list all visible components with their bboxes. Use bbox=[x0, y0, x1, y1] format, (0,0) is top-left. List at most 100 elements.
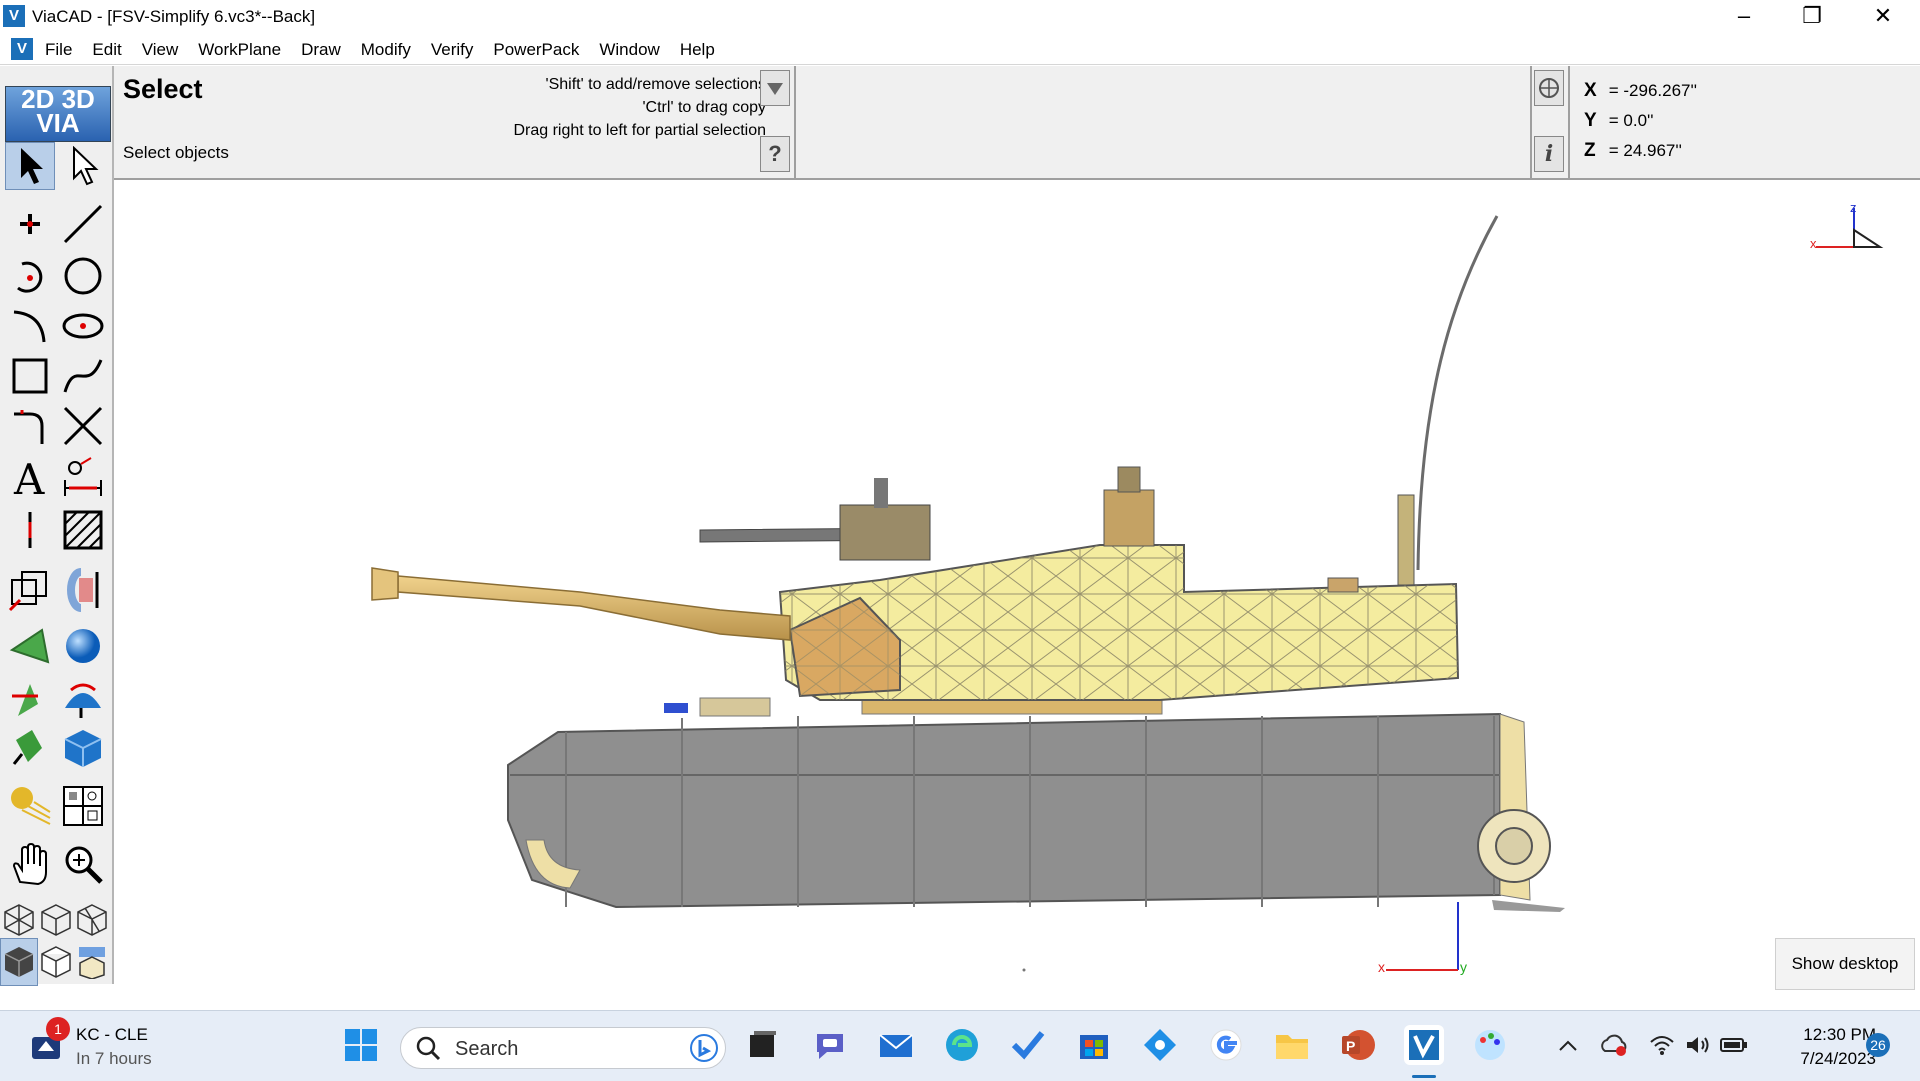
options-dropdown-button[interactable] bbox=[760, 70, 790, 106]
notification-badge[interactable]: 26 bbox=[1866, 1033, 1890, 1057]
zoom-tool-button[interactable] bbox=[58, 840, 108, 888]
hidden-line-view-button[interactable] bbox=[37, 896, 75, 944]
rectangle-tool-button[interactable] bbox=[5, 352, 55, 400]
menu-verify[interactable]: Verify bbox=[431, 40, 474, 60]
antenna bbox=[1416, 215, 1499, 571]
shaded-view-button[interactable] bbox=[0, 938, 38, 986]
maximize-button[interactable]: ❐ bbox=[1784, 0, 1840, 34]
cube-icon bbox=[64, 730, 102, 767]
triangle-down-icon bbox=[767, 83, 783, 95]
weather-title[interactable]: KC - CLE bbox=[76, 1025, 148, 1045]
pan-tool-button[interactable] bbox=[5, 840, 55, 888]
menu-draw[interactable]: Draw bbox=[301, 40, 341, 60]
menu-help[interactable]: Help bbox=[680, 40, 715, 60]
viacad-taskbar-button[interactable] bbox=[1404, 1025, 1444, 1065]
menu-modify[interactable]: Modify bbox=[361, 40, 411, 60]
battery-button[interactable] bbox=[1714, 1025, 1754, 1065]
svg-text:A: A bbox=[13, 456, 45, 500]
3d-viewport[interactable]: x z x y bbox=[114, 180, 1920, 1010]
mirror-tool-button[interactable] bbox=[58, 566, 108, 614]
edge-browser-button[interactable] bbox=[942, 1025, 982, 1065]
menu-workplane[interactable]: WorkPlane bbox=[198, 40, 281, 60]
start-button[interactable] bbox=[341, 1025, 381, 1065]
app-button[interactable] bbox=[1140, 1025, 1180, 1065]
render-tool-button[interactable] bbox=[5, 782, 55, 830]
axis-triad: x z bbox=[1810, 200, 1884, 251]
main-gun-barrel bbox=[397, 575, 791, 641]
sweep-icon bbox=[12, 730, 42, 765]
store-button[interactable] bbox=[1074, 1025, 1114, 1065]
viacad-logo: 2D 3D VIA bbox=[5, 86, 111, 142]
text-tool-button[interactable]: A bbox=[5, 454, 55, 502]
file-explorer-button[interactable] bbox=[1272, 1025, 1312, 1065]
powerpoint-button[interactable]: P bbox=[1338, 1025, 1378, 1065]
battery-icon bbox=[1720, 1038, 1747, 1052]
select-tool-button[interactable] bbox=[5, 142, 55, 190]
fillet-tool-button[interactable] bbox=[5, 402, 55, 450]
outline-view-button[interactable] bbox=[37, 938, 75, 986]
select-subobject-tool-button[interactable] bbox=[58, 142, 108, 190]
box-tool-button[interactable] bbox=[58, 724, 108, 772]
taskbar-search-box[interactable]: Search bbox=[400, 1027, 726, 1069]
revolve-tool-button[interactable] bbox=[5, 674, 55, 722]
wireframe-view-button[interactable] bbox=[0, 896, 38, 944]
iso-view-button[interactable] bbox=[73, 896, 111, 944]
wifi-button[interactable] bbox=[1642, 1025, 1682, 1065]
circle-tool-button[interactable] bbox=[58, 252, 108, 300]
divider bbox=[1568, 66, 1570, 178]
weather-subtitle[interactable]: In 7 hours bbox=[76, 1049, 152, 1069]
divider bbox=[1530, 66, 1532, 178]
menu-view[interactable]: View bbox=[142, 40, 179, 60]
shaded-cube-icon bbox=[4, 947, 34, 977]
todo-button[interactable] bbox=[1008, 1025, 1048, 1065]
hint-drag: Drag right to left for partial selection bbox=[513, 122, 766, 139]
mail-button[interactable] bbox=[876, 1025, 916, 1065]
ellipse-tool-button[interactable] bbox=[58, 302, 108, 350]
clock-time: 12:30 PM bbox=[1803, 1025, 1876, 1044]
sweep-tool-button[interactable] bbox=[5, 724, 55, 772]
tank-model[interactable]: x z x y bbox=[114, 180, 1920, 1010]
minimize-button[interactable]: – bbox=[1716, 0, 1772, 34]
spline-tool-button[interactable] bbox=[58, 352, 108, 400]
menu-window[interactable]: Window bbox=[599, 40, 659, 60]
point-tool-button[interactable] bbox=[5, 200, 55, 248]
arc-tool-button[interactable] bbox=[5, 252, 55, 300]
x-value[interactable]: = -296.267'' bbox=[1609, 81, 1697, 100]
hatch-tool-button[interactable] bbox=[58, 506, 108, 554]
menu-powerpack[interactable]: PowerPack bbox=[493, 40, 579, 60]
menu-edit[interactable]: Edit bbox=[92, 40, 121, 60]
y-value[interactable]: = 0.0'' bbox=[1609, 111, 1654, 130]
transform-tool-button[interactable] bbox=[5, 566, 55, 614]
extrude-tool-button[interactable] bbox=[5, 622, 55, 670]
teams-chat-button[interactable] bbox=[810, 1025, 850, 1065]
paint-button[interactable] bbox=[1470, 1025, 1510, 1065]
vertical-line-tool-button[interactable] bbox=[5, 506, 55, 554]
system-clock[interactable]: 12:30 PM 7/24/2023 bbox=[1766, 1023, 1876, 1071]
task-view-button[interactable] bbox=[742, 1025, 782, 1065]
hint-shift: 'Shift' to add/remove selections bbox=[545, 76, 766, 93]
tangent-arc-tool-button[interactable] bbox=[5, 302, 55, 350]
blend-tool-button[interactable] bbox=[58, 674, 108, 722]
help-button[interactable]: ? bbox=[760, 136, 790, 172]
layout-tool-button[interactable] bbox=[58, 782, 108, 830]
info-button[interactable]: i bbox=[1534, 136, 1564, 172]
document-icon[interactable]: V bbox=[11, 38, 33, 60]
sphere-tool-button[interactable] bbox=[58, 622, 108, 670]
snap-target-button[interactable] bbox=[1534, 70, 1564, 106]
arrow-cursor-icon bbox=[21, 148, 43, 184]
rendered-view-button[interactable] bbox=[73, 938, 111, 986]
volume-button[interactable] bbox=[1678, 1025, 1718, 1065]
close-button[interactable]: ✕ bbox=[1855, 0, 1911, 34]
origin-y-label: y bbox=[1460, 959, 1467, 975]
show-hidden-icons-button[interactable] bbox=[1548, 1025, 1588, 1065]
onedrive-button[interactable] bbox=[1594, 1025, 1634, 1065]
chrome-button[interactable] bbox=[1206, 1025, 1246, 1065]
cloud-error-icon bbox=[1601, 1034, 1627, 1056]
menu-file[interactable]: File bbox=[45, 40, 72, 60]
viacad-app-icon[interactable]: V bbox=[3, 5, 25, 27]
line-icon bbox=[63, 204, 103, 244]
dimension-tool-button[interactable] bbox=[58, 454, 108, 502]
line-tool-button[interactable] bbox=[58, 200, 108, 248]
z-value[interactable]: = 24.967'' bbox=[1609, 141, 1682, 160]
trim-tool-button[interactable] bbox=[58, 402, 108, 450]
